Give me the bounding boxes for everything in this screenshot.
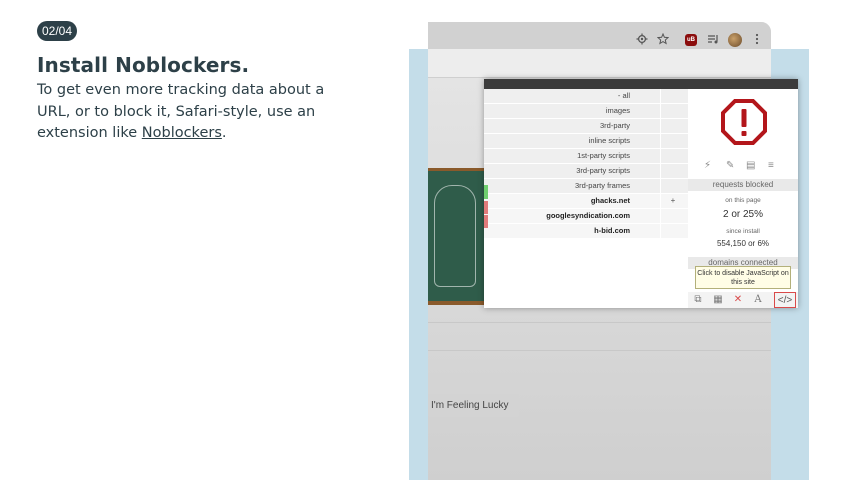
allowed-domain-indicator bbox=[484, 185, 488, 199]
page-blocked-value: 2 or 25% bbox=[722, 209, 764, 220]
lightning-icon[interactable]: ⚡︎ bbox=[704, 159, 711, 173]
firewall-row[interactable]: images bbox=[484, 104, 688, 119]
firewall-row[interactable]: 3rd-party frames bbox=[484, 179, 688, 194]
popup-switches: ⧉ ▦ ✕ A </> bbox=[688, 292, 798, 308]
step-counter-badge: 02/04 bbox=[37, 21, 78, 41]
step-description-suffix: . bbox=[221, 125, 227, 141]
firewall-row-domain[interactable]: googlesyndication.com- bbox=[484, 209, 693, 224]
popup-header-bar bbox=[484, 79, 798, 89]
install-blocked-value: 554,150 or 6% bbox=[716, 239, 770, 248]
power-switch-icon[interactable] bbox=[721, 98, 767, 146]
eyedropper-icon[interactable]: ✎ bbox=[726, 159, 734, 173]
kebab-menu-icon[interactable] bbox=[752, 33, 762, 47]
on-this-page-label: on this page bbox=[725, 197, 761, 204]
search-box-edge bbox=[428, 322, 771, 323]
firewall-row-domain[interactable]: h-bid.com- bbox=[484, 224, 693, 239]
ublock-popup: - all images 3rd-party inline scripts 1s… bbox=[484, 79, 798, 308]
location-icon[interactable] bbox=[636, 33, 648, 47]
blocked-domain-indicator bbox=[484, 201, 488, 214]
firewall-row[interactable]: 3rd-party bbox=[484, 119, 688, 134]
playlist-icon[interactable] bbox=[707, 33, 719, 47]
firewall-table: - all images 3rd-party inline scripts 1s… bbox=[484, 89, 693, 239]
popup-tool-icons: ⚡︎ ✎ ▤ ≡ bbox=[702, 159, 788, 173]
google-doodle-image[interactable] bbox=[428, 168, 488, 305]
firewall-row[interactable]: 1st-party scripts bbox=[484, 149, 688, 164]
step-description: To get even more tracking data about a U… bbox=[37, 80, 327, 145]
avatar-icon[interactable] bbox=[728, 33, 742, 47]
firewall-row[interactable]: inline scripts bbox=[484, 134, 688, 149]
popup-blocking-icon[interactable]: ⧉ bbox=[690, 292, 706, 308]
disable-js-tooltip: Click to disable JavaScript on this site bbox=[695, 266, 791, 289]
javascript-toggle-icon[interactable]: </> bbox=[774, 292, 796, 308]
firewall-row[interactable]: - all bbox=[484, 89, 688, 104]
firewall-row[interactable]: 3rd-party scripts bbox=[484, 164, 688, 179]
requests-blocked-header: requests blocked bbox=[688, 179, 798, 191]
browser-toolbar bbox=[428, 49, 771, 78]
media-element-icon[interactable]: ▦ bbox=[710, 292, 726, 308]
search-box-edge-2 bbox=[428, 350, 771, 351]
since-install-label: since install bbox=[726, 228, 760, 235]
noblockers-link[interactable]: Noblockers bbox=[142, 125, 222, 141]
ublock-icon[interactable]: uB bbox=[685, 34, 697, 46]
blocked-domain-indicator bbox=[484, 215, 488, 228]
logger-icon[interactable]: ▤ bbox=[746, 159, 755, 173]
browser-tab-strip bbox=[428, 22, 771, 49]
feeling-lucky-button[interactable]: I'm Feeling Lucky bbox=[428, 394, 519, 417]
step-title: Install Noblockers. bbox=[37, 53, 250, 77]
cosmetic-filter-icon[interactable]: ✕ bbox=[730, 292, 746, 308]
settings-sliders-icon[interactable]: ≡ bbox=[768, 159, 774, 173]
remote-font-icon[interactable]: A bbox=[750, 292, 766, 308]
firewall-row-domain[interactable]: ghacks.net + bbox=[484, 194, 688, 209]
star-icon[interactable] bbox=[656, 32, 670, 47]
